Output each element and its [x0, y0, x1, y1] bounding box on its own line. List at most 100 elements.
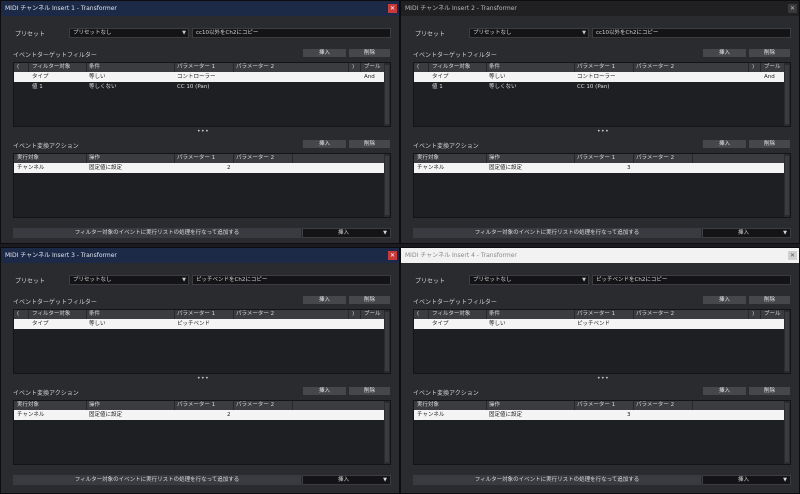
- cell-param1: 3: [627, 165, 631, 171]
- action-row[interactable]: チャンネル 固定値に設定 2: [14, 410, 384, 420]
- col-exec-target: 実行対象: [17, 402, 40, 408]
- filter-row[interactable]: 値 1 等しくない CC 10 (Pan): [14, 82, 384, 92]
- cell-target: タイプ: [432, 74, 449, 80]
- action-header-row: 実行対象 操作 パラメーター 1 パラメーター 2: [14, 401, 384, 410]
- preset-dropdown[interactable]: プリセットなし ▼: [469, 275, 589, 285]
- action-delete-button[interactable]: 削除: [348, 139, 391, 149]
- col-exec-target: 実行対象: [417, 155, 440, 161]
- function-mode-dropdown[interactable]: 挿入 ▼: [702, 475, 791, 485]
- action-table: 実行対象 操作 パラメーター 1 パラメーター 2 チャンネル 固定値に設定 2: [13, 400, 391, 465]
- cell-param1: 3: [627, 412, 631, 418]
- col-bool: ブール: [364, 64, 381, 70]
- transformer-window-3: MIDI チャンネル Insert 3 - Transformer ✕ プリセッ…: [0, 247, 400, 494]
- action-insert-button[interactable]: 挿入: [302, 386, 347, 396]
- filter-delete-button[interactable]: 削除: [348, 295, 391, 305]
- col-param2: パラメーター 2: [636, 64, 675, 70]
- col-param2: パラメーター 2: [236, 155, 275, 161]
- action-table: 実行対象 操作 パラメーター 1 パラメーター 2 チャンネル 固定値に設定 3: [413, 400, 791, 465]
- filter-insert-button[interactable]: 挿入: [702, 295, 747, 305]
- preset-name-field[interactable]: ピッチベンドをCh2にコピー: [592, 275, 791, 285]
- action-insert-button[interactable]: 挿入: [702, 139, 747, 149]
- filter-delete-button[interactable]: 削除: [348, 48, 391, 58]
- action-row[interactable]: チャンネル 固定値に設定 3: [414, 163, 784, 173]
- preset-name-field[interactable]: ピッチベンドをCh2にコピー: [192, 275, 391, 285]
- function-mode-value: 挿入: [338, 230, 350, 236]
- col-param2: パラメーター 2: [236, 402, 275, 408]
- cell-exec-target: チャンネル: [417, 412, 445, 418]
- preset-value: プリセットなし: [473, 277, 512, 283]
- filter-section-title: イベントターゲットフィルター: [413, 52, 497, 59]
- action-delete-button[interactable]: 削除: [348, 386, 391, 396]
- filter-row[interactable]: タイプ 等しい コントローラー And: [14, 72, 384, 82]
- action-row[interactable]: チャンネル 固定値に設定 2: [14, 163, 384, 173]
- cell-target: 値 1: [432, 84, 443, 90]
- col-param2: パラメーター 2: [236, 311, 275, 317]
- function-mode-dropdown[interactable]: 挿入 ▼: [302, 228, 391, 238]
- filter-scrollbar[interactable]: [384, 310, 390, 373]
- action-section-title: イベント変換アクション: [13, 143, 79, 150]
- action-row[interactable]: チャンネル 固定値に設定 3: [414, 410, 784, 420]
- filter-insert-button[interactable]: 挿入: [702, 48, 747, 58]
- preset-name-field[interactable]: cc10以外をCh2にコピー: [592, 28, 791, 38]
- action-delete-button[interactable]: 削除: [748, 386, 791, 396]
- window-titlebar[interactable]: MIDI チャンネル Insert 2 - Transformer ✕: [401, 1, 799, 16]
- filter-row[interactable]: タイプ 等しい コントローラー And: [414, 72, 784, 82]
- filter-insert-button[interactable]: 挿入: [302, 48, 347, 58]
- splitter-handle[interactable]: •••: [597, 128, 609, 135]
- filter-header-row: ( フィルター対象 条件 パラメーター 1 パラメーター 2 ) ブール: [414, 310, 784, 319]
- function-mode-dropdown[interactable]: 挿入 ▼: [702, 228, 791, 238]
- function-mode-dropdown[interactable]: 挿入 ▼: [302, 475, 391, 485]
- preset-label: プリセット: [15, 278, 46, 285]
- action-scrollbar[interactable]: [784, 401, 790, 464]
- close-icon[interactable]: ✕: [388, 251, 397, 260]
- cell-condition: 等しい: [489, 321, 506, 327]
- window-titlebar[interactable]: MIDI チャンネル Insert 4 - Transformer ✕: [401, 248, 799, 263]
- action-scrollbar[interactable]: [784, 154, 790, 217]
- chevron-down-icon: ▼: [783, 230, 787, 236]
- cell-param1: 2: [227, 412, 231, 418]
- filter-section-title: イベントターゲットフィルター: [13, 52, 97, 59]
- action-table: 実行対象 操作 パラメーター 1 パラメーター 2 チャンネル 固定値に設定 2: [13, 153, 391, 218]
- action-delete-button[interactable]: 削除: [748, 139, 791, 149]
- preset-dropdown[interactable]: プリセットなし ▼: [69, 28, 189, 38]
- filter-header-row: ( フィルター対象 条件 パラメーター 1 パラメーター 2 ) ブール: [14, 63, 384, 72]
- action-insert-button[interactable]: 挿入: [702, 386, 747, 396]
- col-close-paren: ): [752, 311, 755, 317]
- filter-scrollbar[interactable]: [384, 63, 390, 126]
- action-scrollbar[interactable]: [384, 401, 390, 464]
- preset-value: プリセットなし: [73, 30, 112, 36]
- window-titlebar[interactable]: MIDI チャンネル Insert 1 - Transformer ✕: [1, 1, 399, 16]
- action-insert-button[interactable]: 挿入: [302, 139, 347, 149]
- col-condition: 条件: [489, 64, 501, 70]
- filter-row[interactable]: 値 1 等しくない CC 10 (Pan): [414, 82, 784, 92]
- filter-row[interactable]: タイプ 等しい ピッチベンド: [14, 319, 384, 329]
- preset-dropdown[interactable]: プリセットなし ▼: [469, 28, 589, 38]
- col-param1: パラメーター 1: [577, 64, 616, 70]
- col-close-paren: ): [352, 64, 355, 70]
- preset-dropdown[interactable]: プリセットなし ▼: [69, 275, 189, 285]
- transformer-body: プリセット プリセットなし ▼ cc10以外をCh2にコピー イベントターゲット…: [401, 16, 799, 243]
- splitter-handle[interactable]: •••: [197, 128, 209, 135]
- action-scrollbar[interactable]: [384, 154, 390, 217]
- filter-insert-button[interactable]: 挿入: [302, 295, 347, 305]
- splitter-handle[interactable]: •••: [597, 375, 609, 382]
- col-param2: パラメーター 2: [636, 311, 675, 317]
- cell-exec-target: チャンネル: [17, 165, 45, 171]
- filter-table: ( フィルター対象 条件 パラメーター 1 パラメーター 2 ) ブール タイプ…: [13, 62, 391, 127]
- function-mode-value: 挿入: [738, 477, 750, 483]
- window-titlebar[interactable]: MIDI チャンネル Insert 3 - Transformer ✕: [1, 248, 399, 263]
- close-icon[interactable]: ✕: [388, 4, 397, 13]
- filter-delete-button[interactable]: 削除: [748, 48, 791, 58]
- col-filter-target: フィルター対象: [32, 64, 71, 70]
- close-icon[interactable]: ✕: [788, 4, 797, 13]
- cell-param1: コントローラー: [577, 74, 616, 80]
- filter-scrollbar[interactable]: [784, 63, 790, 126]
- filter-row[interactable]: タイプ 等しい ピッチベンド: [414, 319, 784, 329]
- col-bool: ブール: [764, 64, 781, 70]
- filter-scrollbar[interactable]: [784, 310, 790, 373]
- cell-exec-target: チャンネル: [17, 412, 45, 418]
- filter-delete-button[interactable]: 削除: [748, 295, 791, 305]
- close-icon[interactable]: ✕: [788, 251, 797, 260]
- splitter-handle[interactable]: •••: [197, 375, 209, 382]
- preset-name-field[interactable]: cc10以外をCh2にコピー: [192, 28, 391, 38]
